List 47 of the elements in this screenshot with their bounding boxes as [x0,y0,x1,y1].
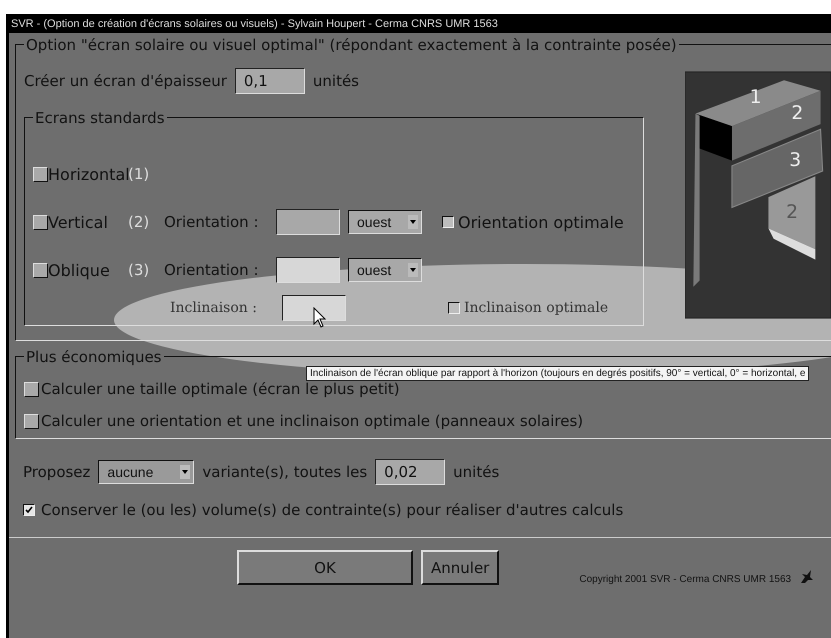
orientation-field[interactable] [276,209,340,235]
copyright-text: Copyright 2001 SVR - Cerma CNRS UMR 1563 [579,574,792,585]
checkbox-label: Calculer une orientation et une inclinaison optimale (panneaux solaires) [41,412,584,430]
screen-number: (2) [128,213,150,231]
checkbox-label: Calculer une taille optimale (écran le plus petit) [41,380,400,398]
screen-number: (1) [128,165,150,183]
window-title: SVR - (Option de création d'écrans solaires ou visuels) - Sylvain Houpert - Cerma CNRS UMR 1563 [11,18,498,30]
checkbox-label: Inclinaison optimale [464,300,608,316]
dropdown-arrow-icon [410,268,416,272]
variants-dropdown[interactable]: aucune [98,460,194,484]
direction-dropdown[interactable]: ouest [348,210,422,234]
checkbox-label: Orientation optimale [458,212,624,232]
logo-icon [799,569,814,585]
mouse-pointer-icon [313,307,327,329]
checkbox-label: Oblique [48,260,111,280]
checkbox-label: Horizontal [48,164,128,184]
checkbox[interactable] [442,216,454,228]
variants-label: Proposez [23,463,90,481]
ok-button[interactable]: OK [237,550,413,585]
direction-dropdown[interactable]: ouest [348,258,422,282]
dropdown-arrow-icon [182,470,188,474]
orientation-label: Orientation : [164,261,260,279]
checkbox[interactable] [23,504,35,516]
screen-number: 2 [786,202,798,223]
unit-label: unités [453,463,500,481]
orientation-field[interactable] [276,257,340,283]
thickness-label: Créer un écran d'épaisseur [24,72,227,90]
screen-number: 1 [750,87,762,108]
step-field[interactable]: 0,02 [375,459,446,485]
variants-text: variante(s), toutes les [202,463,368,481]
thickness-field[interactable]: 0,1 [234,68,305,94]
group-legend: Plus économiques [26,348,162,366]
inclination-label: Inclinaison : [170,300,258,316]
unit-label: unités [312,72,359,90]
tooltip: Inclinaison de l'écran oblique par rapport à l'horizon (toujours en degrés positifs, 90° = vertical, 0° = horizontal, e [306,366,810,381]
group-legend: Ecrans standards [35,109,165,127]
cancel-button[interactable]: Annuler [421,550,500,585]
checkbox-label: Vertical [48,212,109,232]
orientation-label: Orientation : [164,213,260,231]
screen-number: 2 [791,102,804,124]
group-legend: Option "écran solaire ou visuel optimal" (répondant exactement à la contrainte posée) [26,36,677,54]
dropdown-arrow-icon [410,220,416,224]
checkbox-label: Conserver le (ou les) volume(s) de contrainte(s) pour réaliser d'autres calculs [41,501,624,519]
screen-number: (3) [128,261,150,279]
checkbox[interactable] [448,302,460,314]
inclination-field[interactable] [282,295,346,321]
screen-number: 3 [789,150,802,171]
